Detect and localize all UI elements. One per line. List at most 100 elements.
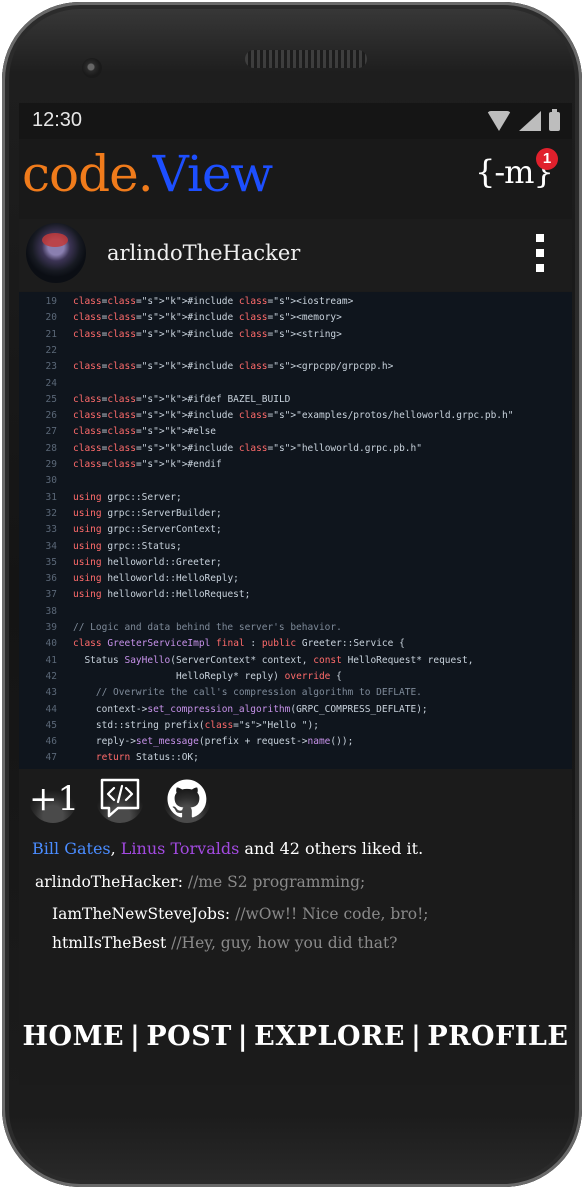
code-text: using helloworld::HelloReply; bbox=[73, 573, 239, 585]
likes-rest: and 42 others liked it. bbox=[239, 839, 424, 858]
logo-part-code: code. bbox=[22, 145, 154, 203]
code-text: class=class="s">"k">#include class="s"><… bbox=[73, 312, 342, 324]
code-snippet: 19 class=class="s">"k">#include class="s"… bbox=[19, 292, 572, 769]
code-line: 33 using grpc::ServerContext; bbox=[19, 522, 572, 538]
code-line: 24 bbox=[19, 376, 572, 392]
line-number: 46 bbox=[45, 736, 57, 748]
code-line: 22 bbox=[19, 343, 572, 359]
front-camera bbox=[82, 58, 102, 78]
code-text: class=class="s">"k">#ifdef BAZEL_BUILD bbox=[73, 393, 291, 405]
code-line: 34 using grpc::Status; bbox=[19, 539, 572, 555]
code-line: 46 reply->set_message(prefix + request->… bbox=[19, 734, 572, 750]
line-number: 41 bbox=[45, 654, 57, 666]
nav-home[interactable]: HOME bbox=[23, 1021, 125, 1052]
line-number: 30 bbox=[45, 475, 57, 487]
code-line: 38 bbox=[19, 604, 572, 620]
app-header: code.View {-m} 1 bbox=[19, 139, 572, 219]
code-text: std::string prefix(class="s">"Hello "); bbox=[73, 719, 319, 731]
code-text: class=class="s">"k">#include class="s"><… bbox=[73, 296, 354, 307]
line-number: 19 bbox=[45, 296, 57, 307]
screen: 12:30 code.View {-m} 1 arlindoTheHacker … bbox=[19, 103, 572, 1085]
code-line: 40 class GreeterServiceImpl final : publi… bbox=[19, 636, 572, 652]
line-number: 35 bbox=[45, 556, 57, 568]
line-number: 47 bbox=[45, 752, 57, 764]
plus-one-label: +1 bbox=[29, 779, 80, 819]
liker-bill-gates[interactable]: Bill Gates bbox=[32, 839, 111, 858]
line-number: 37 bbox=[45, 589, 57, 601]
code-line: 47 return Status::OK; bbox=[19, 750, 572, 766]
avatar-image bbox=[42, 233, 68, 247]
comment-user[interactable]: arlindoTheHacker: bbox=[35, 873, 183, 891]
code-text: HelloReply* reply) override { bbox=[73, 670, 342, 682]
code-text: using grpc::ServerContext; bbox=[73, 524, 222, 536]
avatar[interactable] bbox=[26, 223, 86, 283]
status-bar: 12:30 bbox=[19, 103, 572, 139]
notification-badge: 1 bbox=[536, 148, 558, 170]
nav-profile[interactable]: PROFILE bbox=[427, 1021, 568, 1052]
line-number: 40 bbox=[45, 638, 57, 650]
author-name[interactable]: arlindoTheHacker bbox=[107, 241, 300, 265]
earpiece-speaker bbox=[245, 50, 367, 68]
line-number: 21 bbox=[45, 328, 57, 340]
nav-separator: | bbox=[130, 1021, 141, 1052]
line-number: 24 bbox=[45, 377, 57, 389]
comment-text: //Hey, guy, how you did that? bbox=[166, 934, 398, 952]
github-icon bbox=[167, 779, 207, 818]
code-text: class=class="s">"k">#endif bbox=[73, 459, 222, 470]
liker-linus-torvalds[interactable]: Linus Torvalds bbox=[121, 839, 240, 858]
wifi-icon bbox=[487, 111, 511, 131]
github-button[interactable] bbox=[163, 775, 211, 823]
line-number: 33 bbox=[45, 524, 57, 536]
likes-summary: Bill Gates, Linus Torvalds and 42 others… bbox=[32, 839, 423, 858]
comment-user[interactable]: htmlIsTheBest bbox=[52, 934, 166, 952]
code-line: 37 using helloworld::HelloRequest; bbox=[19, 587, 572, 603]
line-number: 44 bbox=[45, 703, 57, 715]
post-author-row: arlindoTheHacker bbox=[19, 219, 572, 291]
nav-explore[interactable]: EXPLORE bbox=[254, 1021, 405, 1052]
code-text: Status SayHello(ServerContext* context, … bbox=[73, 654, 474, 666]
code-line: 23 class=class="s">"k">#include class="s"… bbox=[19, 359, 572, 375]
code-line: 41 Status SayHello(ServerContext* contex… bbox=[19, 653, 572, 669]
code-text: using grpc::Status; bbox=[73, 540, 182, 552]
code-text: class=class="s">"k">#include class="s">"… bbox=[73, 442, 422, 454]
nav-separator: | bbox=[237, 1021, 249, 1052]
app-logo[interactable]: code.View bbox=[22, 145, 274, 203]
comment-1: arlindoTheHacker: //me S2 programming; bbox=[35, 873, 365, 891]
code-text: using grpc::Server; bbox=[73, 491, 182, 503]
comment-2: IamTheNewSteveJobs: //wOw!! Nice code, b… bbox=[52, 905, 429, 923]
code-text: class=class="s">"k">#include class="s">"… bbox=[73, 410, 514, 422]
code-line: 26 class=class="s">"k">#include class="s"… bbox=[19, 408, 572, 424]
code-line: 29 class=class="s">"k">#endif bbox=[19, 457, 572, 473]
battery-icon bbox=[549, 109, 560, 131]
line-number: 38 bbox=[45, 605, 57, 617]
line-number: 36 bbox=[45, 573, 57, 585]
plus-one-button[interactable]: +1 bbox=[29, 775, 80, 823]
line-number: 22 bbox=[45, 344, 57, 356]
code-line: 30 bbox=[19, 473, 572, 489]
code-line: 19 class=class="s">"k">#include class="s"… bbox=[19, 294, 572, 310]
code-line: 27 class=class="s">"k">#else bbox=[19, 424, 572, 440]
code-text: context->set_compression_algorithm(GRPC_… bbox=[73, 703, 428, 715]
code-text: reply->set_message(prefix + request->nam… bbox=[73, 736, 354, 748]
logo-part-view: View bbox=[152, 145, 274, 203]
code-line: 44 context->set_compression_algorithm(GR… bbox=[19, 702, 572, 718]
code-line: 39 // Logic and data behind the server's … bbox=[19, 620, 572, 636]
line-number: 32 bbox=[45, 507, 57, 519]
line-number: 45 bbox=[45, 719, 57, 731]
nav-post[interactable]: POST bbox=[146, 1021, 231, 1052]
status-time: 12:30 bbox=[32, 109, 83, 131]
more-options-icon[interactable] bbox=[536, 234, 546, 274]
code-text: using grpc::ServerBuilder; bbox=[73, 507, 222, 519]
line-number: 39 bbox=[45, 622, 57, 633]
code-line: 20 class=class="s">"k">#include class="s"… bbox=[19, 310, 572, 326]
code-line: 31 using grpc::Server; bbox=[19, 490, 572, 506]
code-text: using helloworld::Greeter; bbox=[73, 556, 222, 568]
line-number: 34 bbox=[45, 540, 57, 552]
line-number: 42 bbox=[45, 670, 57, 682]
comment-text: //wOw!! Nice code, bro!; bbox=[230, 905, 429, 923]
line-number: 23 bbox=[45, 361, 57, 373]
comment-user[interactable]: IamTheNewSteveJobs: bbox=[52, 905, 230, 923]
code-view-button[interactable] bbox=[96, 775, 144, 823]
likes-separator: , bbox=[110, 839, 121, 858]
post-actions: +1 bbox=[19, 769, 572, 829]
